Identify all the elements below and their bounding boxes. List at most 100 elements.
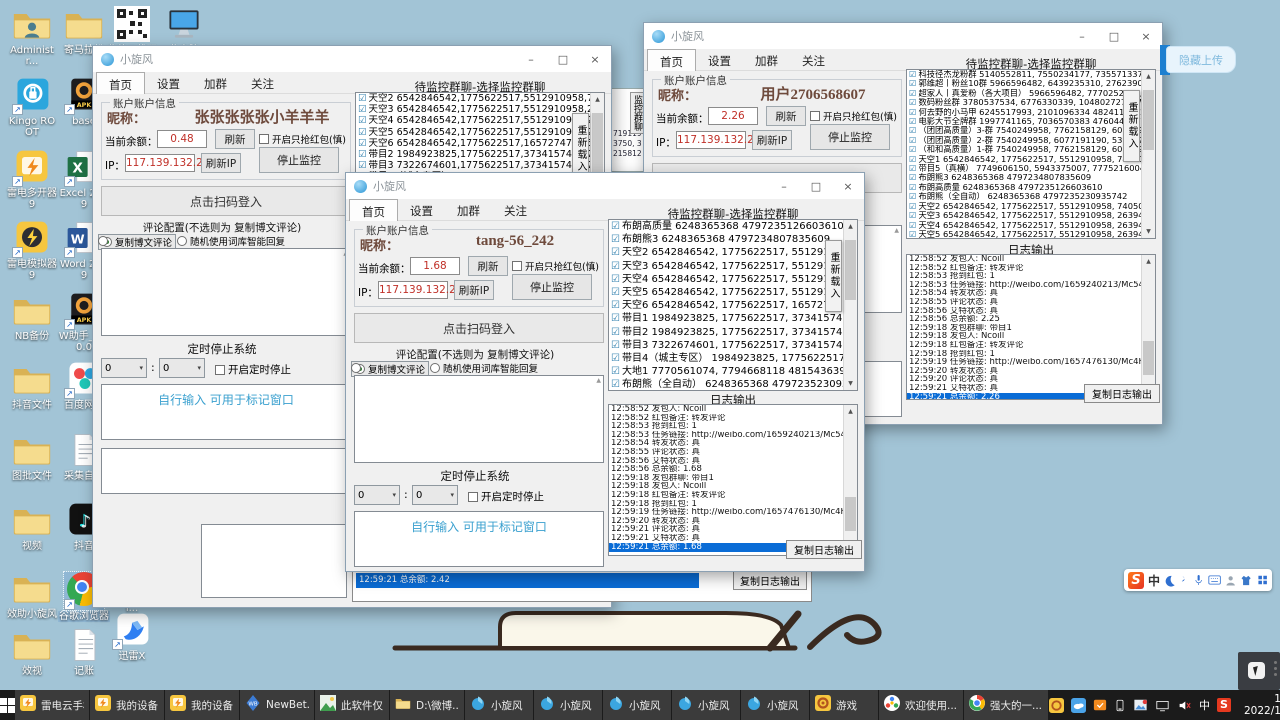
- desktop-icon-folder[interactable]: 效视: [6, 627, 58, 677]
- ime-indicator[interactable]: 中: [1199, 697, 1210, 713]
- ime-mode-icon[interactable]: 中: [1148, 572, 1160, 589]
- refresh-balance-button[interactable]: 刷新: [468, 256, 508, 276]
- window-titlebar[interactable]: 小旋风 – □ ×: [346, 173, 864, 199]
- log-row[interactable]: 12:59:18 发包群聊: 带目1: [907, 324, 1155, 333]
- log-row[interactable]: 12:58:55 评论状态: 真: [907, 298, 1155, 307]
- volume-muted-tray-icon[interactable]: [1177, 699, 1192, 712]
- taskbar-item-9[interactable]: 小旋风: [672, 690, 740, 720]
- group-row[interactable]: ☑ 天空1 6542846542, 1775622517, 5512910958,…: [907, 155, 1155, 164]
- log-row[interactable]: 12:58:56 总余额: 1.68: [609, 465, 857, 474]
- group-row[interactable]: ☑带目2 1984923825,1775622517,3734157470,77…: [356, 149, 604, 160]
- group-row[interactable]: ☑（团团高质量）2-群 7540249958, 6077191190, 5392…: [907, 136, 1155, 145]
- desktop-icon-folder[interactable]: 图批文件: [6, 432, 58, 482]
- close-button[interactable]: ×: [832, 173, 864, 199]
- refresh-balance-button[interactable]: 刷新: [215, 129, 255, 149]
- extra-box-2[interactable]: [201, 524, 347, 598]
- group-row[interactable]: ☑天空4 6542846542, 1775622517, 5512910958,…: [609, 273, 857, 286]
- sogou-tray-icon[interactable]: S: [1217, 698, 1231, 712]
- log-row[interactable]: 12:58:55 评论状态: 真: [609, 448, 857, 457]
- tab-2[interactable]: 加群: [743, 49, 790, 71]
- desktop-icon-folder[interactable]: 抖音文件: [6, 361, 58, 411]
- timer-hour-select[interactable]: 0▾: [101, 358, 147, 378]
- minimize-button[interactable]: –: [768, 173, 800, 199]
- extra-box-1[interactable]: [101, 448, 351, 494]
- desktop-icon-ld-multi[interactable]: ↗ 雷电多开器9: [6, 149, 58, 210]
- scroll-thumb[interactable]: [1143, 90, 1154, 150]
- window-titlebar[interactable]: 小旋风 – □ ×: [93, 46, 611, 72]
- start-button[interactable]: [0, 690, 15, 720]
- group-row[interactable]: ☑（和和高质量）1-群 7540249958, 7762158129, 6077…: [907, 145, 1155, 154]
- log-row[interactable]: 12:58:56 总余额: 2.25: [907, 315, 1155, 324]
- tray-app-yellow-icon[interactable]: [1049, 697, 1064, 713]
- group-row[interactable]: ☑天空4 6542846542,1775622517,5512910958,26…: [356, 115, 604, 126]
- refresh-balance-button[interactable]: 刷新: [766, 106, 806, 126]
- scroll-thumb[interactable]: [1143, 341, 1154, 375]
- comment-radio-2[interactable]: 随机使用词库智能回复: [430, 361, 538, 375]
- taskbar-item-12[interactable]: 欢迎使用...: [879, 690, 963, 720]
- log-row[interactable]: 12:58:53 任务链接: http://weibo.com/16592402…: [907, 281, 1155, 290]
- balance-value[interactable]: 2.26: [708, 107, 758, 125]
- taskbar-item-6[interactable]: 小旋风: [465, 690, 533, 720]
- ip-value[interactable]: 117.139.132.200: [676, 131, 767, 149]
- log-row[interactable]: 12:58:56 艾特状态: 真: [907, 307, 1155, 316]
- timer-minute-select[interactable]: 0▾: [412, 485, 458, 505]
- security-tray-icon[interactable]: [1093, 698, 1107, 712]
- scrollbar[interactable]: ▲▼: [843, 405, 857, 555]
- tab-0[interactable]: 首页: [647, 49, 696, 71]
- group-row[interactable]: ☑ （团团高质量）3-群 7540249958, 7762158129, 6077…: [907, 126, 1155, 135]
- screenshot-tray-icon[interactable]: [1133, 698, 1148, 712]
- redpack-only-checkbox[interactable]: 开启只抢红包(慎): [259, 132, 346, 146]
- group-row[interactable]: ☑带目3 7322674601,1775622517,3734157470,77…: [356, 160, 604, 171]
- grid-icon[interactable]: [1257, 574, 1268, 586]
- phone-tray-icon[interactable]: [1114, 698, 1126, 713]
- group-row[interactable]: ☑天空2 6542846542, 1775622517, 5512910958,…: [907, 202, 1155, 211]
- timer-minute-select[interactable]: 0▾: [159, 358, 205, 378]
- log-row[interactable]: 12:58:53 抢到红包: 1: [907, 272, 1155, 281]
- group-row[interactable]: ☑ 郭维超丨粉丝10群 5966596482, 6439235310, 27623…: [907, 79, 1155, 88]
- log-row-selected[interactable]: 12:59:21 总余额: 2.42: [356, 573, 699, 588]
- timer-hour-select[interactable]: 0▾: [354, 485, 400, 505]
- group-row[interactable]: ☑ 带目3 7322674601, 1775622517, 3734157470,…: [609, 339, 857, 352]
- copy-log-button[interactable]: 复制日志输出: [733, 571, 807, 590]
- group-row[interactable]: ☑ 带目2 1984923825, 1775622517, 3734157470,…: [609, 326, 857, 339]
- tab-2[interactable]: 加群: [445, 199, 492, 221]
- skin-icon[interactable]: [1240, 574, 1252, 587]
- refresh-ip-button[interactable]: 刷新IP: [752, 130, 792, 150]
- scroll-up-icon[interactable]: ▲: [1142, 70, 1155, 83]
- stop-monitor-button[interactable]: 停止监控: [512, 274, 592, 300]
- network-tray-icon[interactable]: [1155, 699, 1170, 712]
- window-titlebar[interactable]: 小旋风 – □ ×: [644, 23, 1162, 49]
- log-row[interactable]: 12:59:21 评论状态: 真: [609, 525, 857, 534]
- sogou-input-toolbar[interactable]: S 中: [1124, 569, 1272, 591]
- timer-enable-checkbox[interactable]: 开启定时停止: [468, 489, 544, 504]
- scroll-thumb[interactable]: [845, 497, 856, 531]
- log-row[interactable]: 12:58:54 转发状态: 真: [907, 289, 1155, 298]
- desktop-icon-kingo[interactable]: ↗ Kingo ROOT: [6, 77, 58, 138]
- reload-vertical-button[interactable]: 重新载入: [1123, 90, 1140, 162]
- balance-value[interactable]: 1.68: [410, 257, 460, 275]
- moon-icon[interactable]: [1164, 574, 1176, 587]
- group-row[interactable]: ☑天空3 6542846542, 1775622517, 5512910958,…: [609, 260, 857, 273]
- tab-1[interactable]: 设置: [145, 72, 192, 94]
- stop-monitor-button[interactable]: 停止监控: [810, 124, 890, 150]
- screen-corner-overlay[interactable]: [1238, 652, 1280, 690]
- refresh-ip-button[interactable]: 刷新IP: [201, 153, 241, 173]
- tab-0[interactable]: 首页: [96, 72, 145, 94]
- taskbar-item-1[interactable]: 我的设备...: [90, 690, 164, 720]
- sogou-logo-icon[interactable]: S: [1128, 571, 1144, 589]
- redpack-only-checkbox[interactable]: 开启只抢红包(慎): [512, 259, 599, 273]
- group-row[interactable]: ☑ 布朗熊（全自动） 6248365368 4797235230935742: [907, 192, 1155, 201]
- close-button[interactable]: ×: [579, 46, 611, 72]
- taskbar-item-11[interactable]: 游戏: [810, 690, 878, 720]
- ip-value[interactable]: 117.139.132.200: [378, 281, 469, 299]
- ip-value[interactable]: 117.139.132.200: [125, 154, 216, 172]
- log-row[interactable]: 12:59:20 评论状态: 真: [907, 375, 1155, 384]
- group-row[interactable]: ☑ 电影大节全牌群 1997741165, 7036570383 47604443…: [907, 117, 1155, 126]
- keyboard-icon[interactable]: [1208, 574, 1221, 586]
- group-row[interactable]: ☑ 布朗高质量 6248365368 4797235126603610: [907, 183, 1155, 192]
- group-row[interactable]: ☑天空3 6542846542, 1775622517, 5512910958,…: [907, 211, 1155, 220]
- log-row[interactable]: 12:58:53 任务链接: http://weibo.com/16592402…: [609, 431, 857, 440]
- taskbar-item-7[interactable]: 小旋风: [534, 690, 602, 720]
- group-row[interactable]: ☑天空2 6542846542,1775622517,5512910958,74…: [356, 93, 604, 104]
- scrollbar[interactable]: ▲▼: [1141, 70, 1155, 238]
